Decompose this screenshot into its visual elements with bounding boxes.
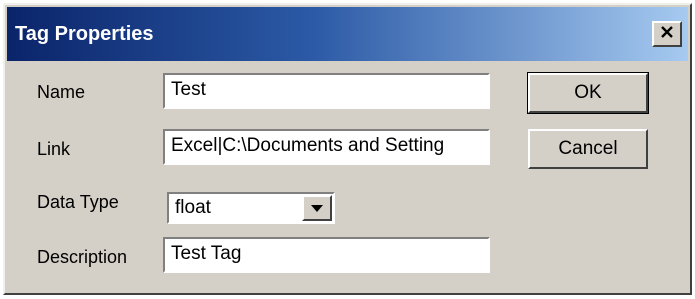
name-label: Name — [37, 82, 86, 102]
description-label: Description — [37, 247, 128, 267]
dialog-title: Tag Properties — [15, 23, 154, 45]
data-type-value: float — [175, 197, 211, 218]
tag-properties-dialog: Tag Properties Name Test Link Excel|C:\D… — [3, 3, 692, 295]
cancel-button[interactable]: Cancel — [528, 129, 648, 169]
description-input[interactable]: Test Tag — [163, 237, 490, 273]
close-button[interactable] — [652, 21, 682, 47]
dropdown-button[interactable] — [302, 195, 332, 221]
name-input[interactable]: Test — [163, 73, 490, 109]
link-label: Link — [37, 139, 71, 159]
close-icon — [660, 25, 674, 43]
ok-button[interactable]: OK — [527, 72, 649, 114]
title-bar[interactable]: Tag Properties — [7, 7, 688, 61]
chevron-down-icon — [311, 199, 323, 217]
data-type-label: Data Type — [37, 192, 119, 212]
data-type-dropdown[interactable]: float — [167, 192, 335, 224]
link-input[interactable]: Excel|C:\Documents and Setting — [163, 129, 490, 165]
